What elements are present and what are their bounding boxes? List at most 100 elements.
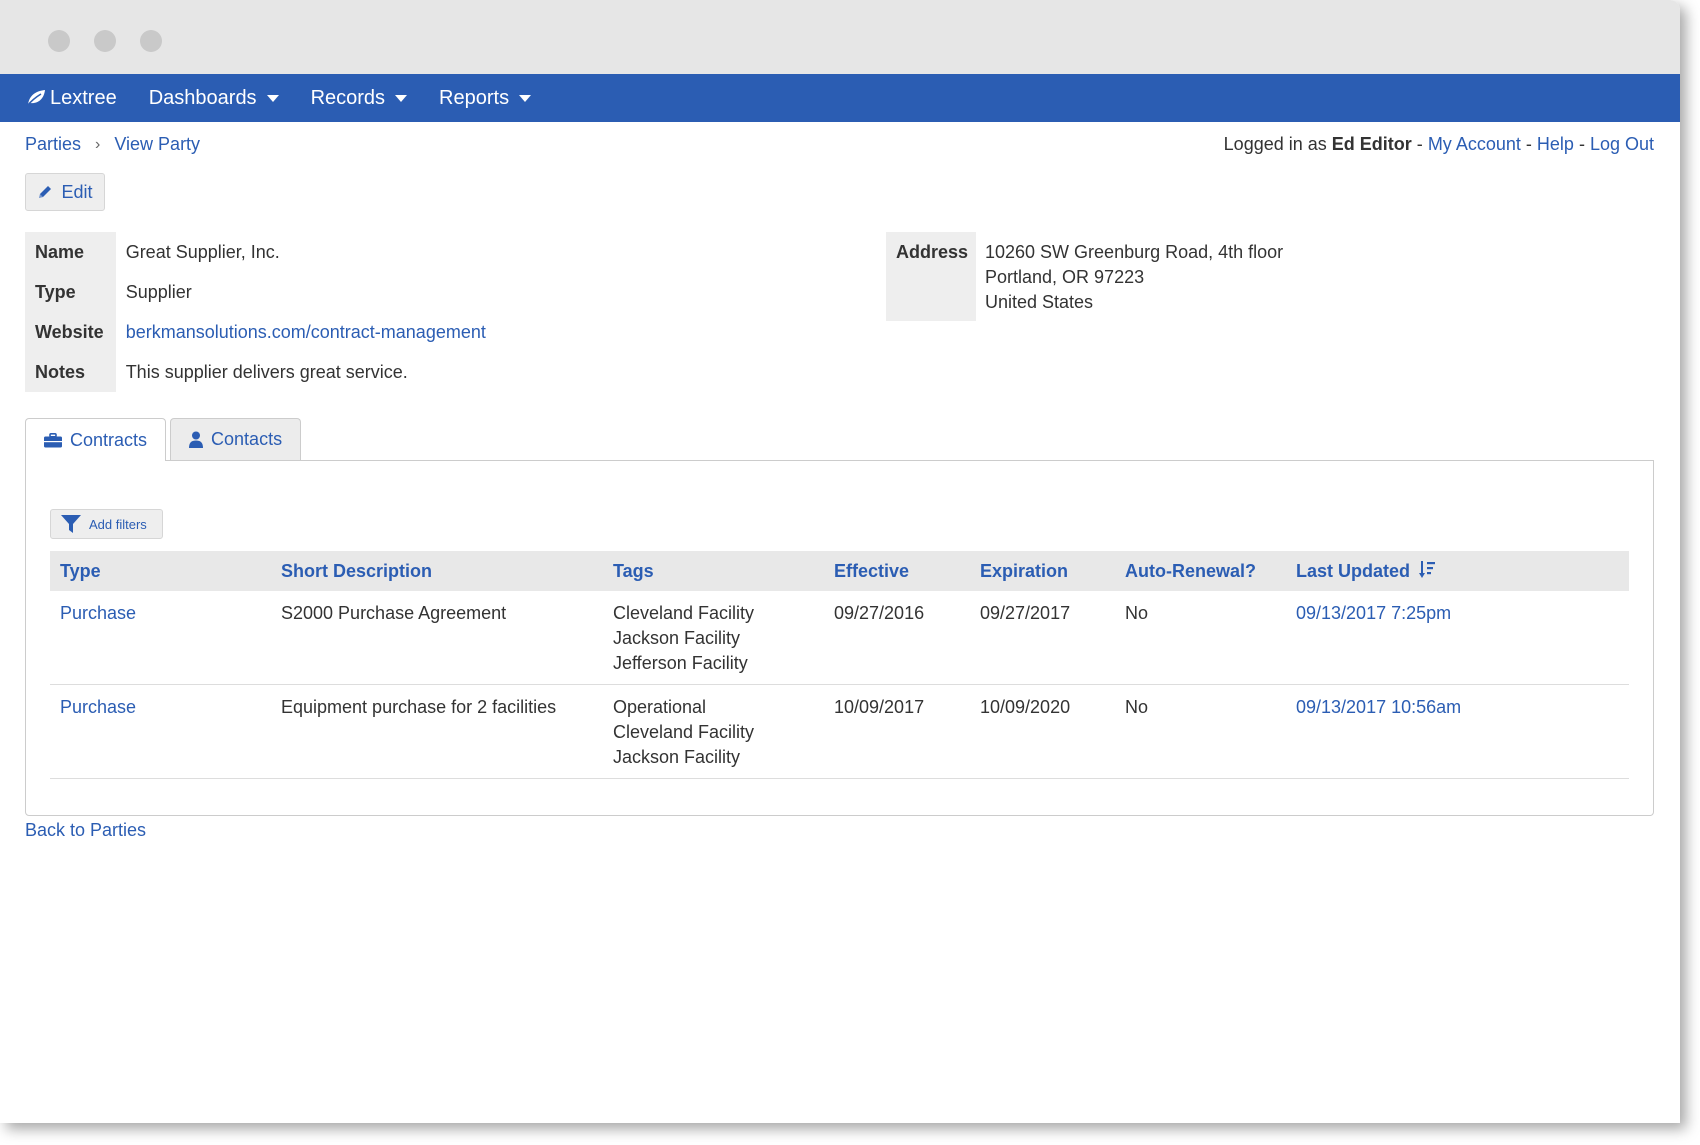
browser-window: Lextree Dashboards Records Reports Parti…	[0, 0, 1680, 1123]
caret-down-icon	[266, 94, 279, 102]
breadcrumb-view-party-link[interactable]: View Party	[114, 134, 200, 155]
field-value: Great Supplier, Inc.	[125, 241, 280, 262]
menu-reports[interactable]: Reports	[439, 86, 532, 110]
type-cell: Purchase	[50, 591, 271, 685]
tab-contracts[interactable]: Contracts	[25, 418, 167, 461]
field-label: Type	[25, 272, 116, 312]
party-field-name: Name Great Supplier, Inc.	[25, 232, 496, 272]
tab-bar: Contracts Contacts	[25, 418, 302, 461]
briefcase-icon	[44, 432, 62, 448]
account-bar: Logged in as Ed Editor - My Account - He…	[1224, 134, 1654, 155]
brand-name: Lextree	[50, 86, 117, 109]
logged-in-prefix: Logged in as	[1223, 134, 1327, 154]
edit-button-label: Edit	[61, 181, 93, 202]
field-value: Supplier	[125, 281, 192, 302]
address-label: Address	[886, 232, 976, 321]
website-link[interactable]: berkmansolutions.com/contract-management	[126, 322, 486, 342]
tab-contacts-label: Contacts	[211, 429, 283, 449]
tag: Jackson Facility	[613, 628, 741, 648]
leaf-icon	[26, 89, 46, 107]
address-line: United States	[985, 292, 1094, 312]
type-cell: Purchase	[50, 684, 271, 779]
party-field-notes: Notes This supplier delivers great servi…	[25, 352, 496, 392]
maximize-window-button[interactable]	[140, 30, 162, 52]
description-cell: Equipment purchase for 2 facilities	[271, 684, 603, 779]
last-updated-label: Last Updated	[1296, 560, 1411, 581]
brand-link[interactable]: Lextree	[26, 87, 117, 110]
column-header-auto-renewal[interactable]: Auto-Renewal?	[1115, 551, 1286, 591]
tag: Jefferson Facility	[613, 653, 748, 673]
contracts-panel: Add filters Type Short Description Tags …	[25, 460, 1654, 816]
minimize-window-button[interactable]	[94, 30, 116, 52]
sort-desc-icon	[1419, 560, 1436, 579]
contract-type-link[interactable]: Purchase	[60, 603, 136, 623]
table-row: Purchase S2000 Purchase Agreement Clevel…	[50, 591, 1629, 685]
tab-contracts-label: Contracts	[70, 429, 148, 450]
column-header-effective[interactable]: Effective	[824, 551, 970, 591]
chevron-right-icon: ›	[95, 135, 101, 153]
close-window-button[interactable]	[48, 30, 70, 52]
tag: Jackson Facility	[613, 747, 741, 767]
menu-reports-label: Reports	[439, 86, 510, 109]
account-separator: -	[1578, 134, 1585, 154]
party-field-website: Website berkmansolutions.com/contract-ma…	[25, 312, 496, 352]
column-header-tags[interactable]: Tags	[603, 551, 824, 591]
last-updated-cell: 09/13/2017 7:25pm	[1286, 591, 1629, 685]
last-updated-cell: 09/13/2017 10:56am	[1286, 684, 1629, 779]
tags-cell: Operational Cleveland Facility Jackson F…	[603, 684, 824, 779]
column-header-type[interactable]: Type	[50, 551, 271, 591]
field-label: Website	[25, 312, 116, 352]
menu-dashboards[interactable]: Dashboards	[149, 87, 279, 110]
address-line: Portland, OR 97223	[985, 267, 1145, 287]
column-header-expiration[interactable]: Expiration	[970, 551, 1115, 591]
tag: Cleveland Facility	[613, 603, 755, 623]
user-icon	[189, 431, 204, 448]
my-account-link[interactable]: My Account	[1428, 134, 1521, 154]
help-link[interactable]: Help	[1537, 134, 1574, 154]
last-updated-link[interactable]: 09/13/2017 7:25pm	[1296, 603, 1451, 623]
add-filters-label: Add filters	[89, 516, 147, 532]
top-navbar: Lextree Dashboards Records Reports	[0, 74, 1680, 122]
tag: Operational	[613, 697, 707, 717]
contract-type-link[interactable]: Purchase	[60, 697, 136, 717]
column-header-last-updated[interactable]: Last Updated	[1286, 551, 1629, 591]
filter-icon	[61, 514, 81, 534]
table-row: Purchase Equipment purchase for 2 facili…	[50, 684, 1629, 779]
last-updated-link[interactable]: 09/13/2017 10:56am	[1296, 697, 1461, 717]
window-titlebar	[0, 0, 1680, 74]
account-separator: -	[1416, 134, 1423, 154]
field-value: This supplier delivers great service.	[125, 361, 408, 382]
menu-dashboards-label: Dashboards	[148, 86, 257, 109]
menu-records-label: Records	[310, 86, 386, 109]
field-label: Name	[25, 232, 116, 272]
expiration-cell: 10/09/2020	[970, 684, 1115, 779]
tag: Cleveland Facility	[613, 722, 755, 742]
back-to-parties-link[interactable]: Back to Parties	[25, 820, 146, 841]
auto-renewal-cell: No	[1115, 591, 1286, 685]
tags-cell: Cleveland Facility Jackson Facility Jeff…	[603, 591, 824, 685]
logged-in-user: Ed Editor	[1331, 134, 1412, 154]
address-line: 10260 SW Greenburg Road, 4th floor	[985, 242, 1284, 262]
caret-down-icon	[519, 94, 532, 102]
breadcrumb-parties-link[interactable]: Parties	[25, 134, 81, 155]
account-separator: -	[1525, 134, 1532, 154]
contracts-table: Type Short Description Tags Effective Ex…	[50, 551, 1629, 779]
edit-button[interactable]: Edit	[25, 173, 105, 211]
description-cell: S2000 Purchase Agreement	[271, 591, 603, 685]
pencil-icon	[37, 184, 53, 200]
log-out-link[interactable]: Log Out	[1590, 134, 1654, 154]
party-details: Name Great Supplier, Inc. Type Supplier …	[25, 232, 496, 392]
add-filters-button[interactable]: Add filters	[50, 509, 163, 539]
menu-records[interactable]: Records	[310, 86, 408, 110]
effective-cell: 09/27/2016	[824, 591, 970, 685]
breadcrumb: Parties › View Party	[25, 134, 200, 155]
caret-down-icon	[395, 94, 408, 102]
auto-renewal-cell: No	[1115, 684, 1286, 779]
party-field-type: Type Supplier	[25, 272, 496, 312]
address-value: 10260 SW Greenburg Road, 4th floor Portl…	[985, 240, 1283, 315]
tab-contacts[interactable]: Contacts	[170, 418, 302, 460]
expiration-cell: 09/27/2017	[970, 591, 1115, 685]
table-header-row: Type Short Description Tags Effective Ex…	[50, 551, 1629, 591]
website-cell: berkmansolutions.com/contract-management	[116, 312, 496, 352]
column-header-short-description[interactable]: Short Description	[271, 551, 603, 591]
